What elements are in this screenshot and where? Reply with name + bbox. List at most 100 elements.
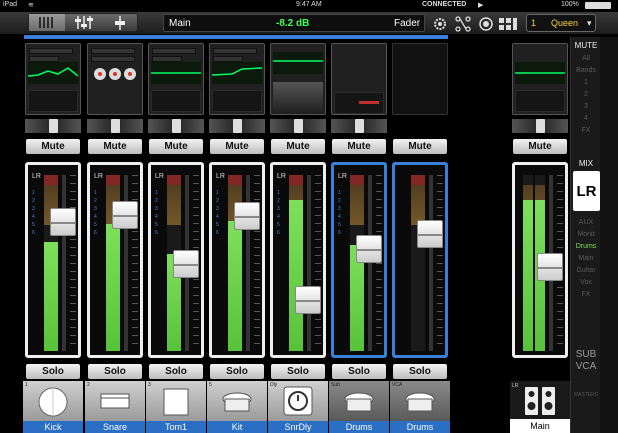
channel-icon-area[interactable]: Dly: [268, 381, 328, 421]
mute-group-all[interactable]: All: [571, 55, 601, 62]
channel-thumbnail[interactable]: [25, 43, 81, 115]
channel-thumbnail[interactable]: [270, 43, 326, 115]
main-eq-thumbnail[interactable]: [512, 43, 568, 115]
mute-group-bands[interactable]: Bands: [571, 67, 601, 74]
wifi-icon: ≋: [28, 2, 34, 9]
mix-item-guitar[interactable]: Guitar: [571, 267, 601, 274]
pan-knob[interactable]: [111, 119, 120, 133]
fader-cap[interactable]: [50, 208, 76, 236]
mix-item-main[interactable]: Main: [571, 255, 601, 262]
fader-cap[interactable]: [295, 286, 321, 314]
channel-thumbnail[interactable]: [87, 43, 143, 115]
mute-button[interactable]: Mute: [332, 139, 386, 154]
pan-knob[interactable]: [355, 119, 364, 133]
fader-cap[interactable]: [112, 201, 138, 229]
channel-icon-area[interactable]: Sub: [329, 381, 389, 421]
fader-cap[interactable]: [417, 220, 443, 248]
channel-icon-area[interactable]: VCA: [390, 381, 450, 421]
mix-item-aux[interactable]: AUX: [571, 219, 601, 226]
pan-knob[interactable]: [172, 119, 181, 133]
channel-fader[interactable]: LR 1 2 3 4 5 6: [25, 162, 81, 358]
solo-button[interactable]: Solo: [271, 364, 325, 379]
mix-item-vox[interactable]: Vox: [571, 279, 601, 286]
main-lr-label: LR: [512, 383, 519, 389]
mix-lr-button[interactable]: LR: [573, 171, 600, 211]
channel-thumbnail[interactable]: [331, 43, 387, 115]
channel-thumbnail[interactable]: [209, 43, 265, 115]
fader-scale: [315, 175, 321, 351]
mute-group-3[interactable]: 3: [571, 103, 601, 110]
pan-slider[interactable]: [87, 119, 143, 133]
play-icon: ▶: [478, 2, 484, 9]
mute-group-2[interactable]: 2: [571, 91, 601, 98]
channel-fader[interactable]: [392, 162, 448, 358]
solo-button[interactable]: Solo: [332, 364, 386, 379]
masters-label[interactable]: MASTERS: [571, 392, 601, 398]
pan-knob[interactable]: [233, 119, 242, 133]
settings-button[interactable]: [431, 15, 449, 32]
channel-fader[interactable]: LR 1 2 3 4 5 6: [148, 162, 204, 358]
channel-icon-area[interactable]: 5: [207, 381, 267, 421]
balance-knob[interactable]: [536, 119, 545, 133]
main-balance-slider[interactable]: [512, 119, 568, 133]
routing-button[interactable]: [454, 15, 472, 32]
vca-label[interactable]: VCA: [571, 361, 601, 372]
main-fader[interactable]: [512, 162, 568, 358]
connection-status: CONNECTED: [422, 1, 467, 8]
scenes-button[interactable]: [499, 15, 517, 32]
mute-button[interactable]: Mute: [271, 139, 325, 154]
pan-slider[interactable]: [331, 119, 387, 133]
meter-fill: [228, 221, 242, 351]
solo-button[interactable]: Solo: [26, 364, 80, 379]
mute-group-fx[interactable]: FX: [571, 127, 601, 134]
channel-thumbnail[interactable]: [392, 43, 448, 115]
mute-button[interactable]: Mute: [26, 139, 80, 154]
single-fader-view-button[interactable]: [102, 14, 138, 31]
mix-item-fx[interactable]: FX: [571, 291, 601, 298]
fader-scale: [376, 175, 382, 351]
pan-slider[interactable]: [270, 119, 326, 133]
main-mute-button[interactable]: Mute: [513, 139, 567, 154]
mute-group-1[interactable]: 1: [571, 79, 601, 86]
meter-warn-zone: [167, 185, 181, 225]
channel-icon-area[interactable]: 1: [23, 381, 83, 421]
solo-button[interactable]: Solo: [210, 364, 264, 379]
solo-button[interactable]: Solo: [393, 364, 447, 379]
channel-fader[interactable]: LR 1 2 3 4 5 6: [331, 162, 387, 358]
channel-fader[interactable]: LR 1 2 3 4 5 6: [270, 162, 326, 358]
pan-slider[interactable]: [25, 119, 81, 133]
pan-slider[interactable]: [148, 119, 204, 133]
fader-cap[interactable]: [356, 235, 382, 263]
mute-button[interactable]: Mute: [393, 139, 447, 154]
fader-cap[interactable]: [173, 250, 199, 278]
mixer-view-button[interactable]: [66, 14, 102, 31]
mix-item-monit[interactable]: Monit: [571, 231, 601, 238]
mute-group-4[interactable]: 4: [571, 115, 601, 122]
fader-cap[interactable]: [234, 202, 260, 230]
solo-button[interactable]: Solo: [88, 364, 142, 379]
bus-numbers: 1 2 3 4 5 6: [155, 190, 158, 236]
mute-button[interactable]: Mute: [210, 139, 264, 154]
channel-name-display[interactable]: Main -8.2 dB Fader: [163, 14, 425, 32]
mix-item-drums[interactable]: Drums: [571, 243, 601, 250]
channel-fader[interactable]: LR 1 2 3 4 5 6: [209, 162, 265, 358]
channel-thumbnail[interactable]: [148, 43, 204, 115]
pan-knob[interactable]: [49, 119, 58, 133]
pan-knob[interactable]: [294, 119, 303, 133]
pan-slider[interactable]: [209, 119, 265, 133]
bus-numbers: 1 2 3 4 5 6: [94, 190, 97, 236]
clock: 9:47 AM: [296, 1, 322, 8]
channel-icon-area[interactable]: 2: [85, 381, 145, 421]
dropdown-arrow-icon: ▾: [587, 18, 592, 28]
channel-fader[interactable]: LR 1 2 3 4 5 6: [87, 162, 143, 358]
record-button[interactable]: [477, 15, 495, 32]
solo-button[interactable]: Solo: [149, 364, 203, 379]
view-selector: [28, 13, 138, 32]
mute-button[interactable]: Mute: [149, 139, 203, 154]
channel-icon-area[interactable]: 3: [146, 381, 206, 421]
main-fader-cap[interactable]: [537, 253, 563, 281]
mute-button[interactable]: Mute: [88, 139, 142, 154]
scene-selector[interactable]: 1 Queen ▾: [526, 14, 596, 32]
sub-label[interactable]: SUB: [571, 349, 601, 360]
channels-view-button[interactable]: [29, 14, 65, 31]
